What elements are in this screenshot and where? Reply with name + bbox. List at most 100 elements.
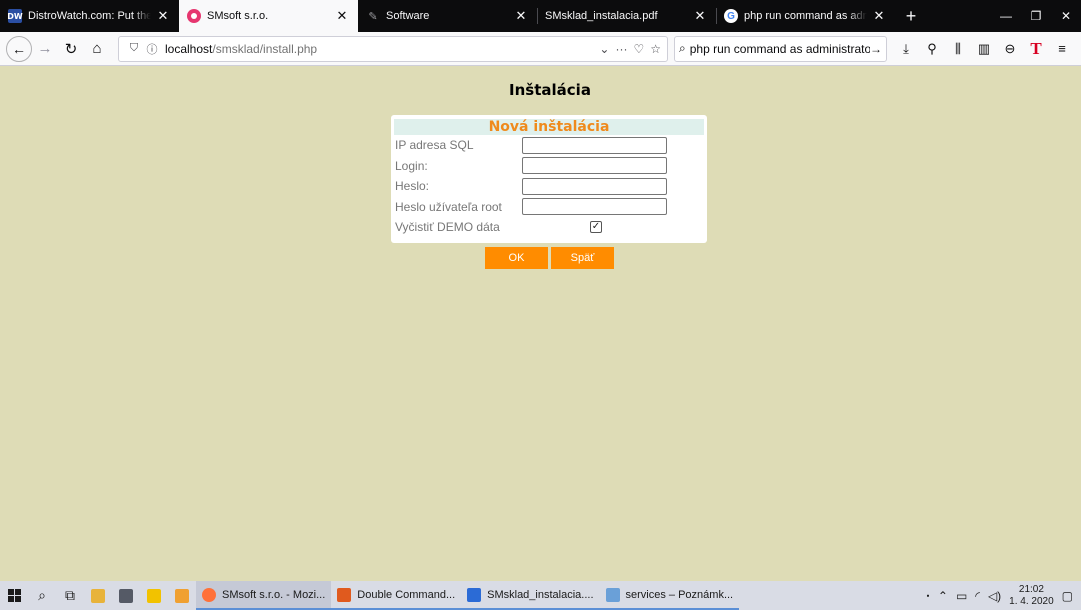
chevron-up-icon[interactable]: ⌃ — [938, 589, 948, 603]
library-icon[interactable]: ⫼ — [945, 36, 971, 62]
restore-icon[interactable]: ❐ — [1021, 0, 1051, 32]
new-tab-button[interactable]: + — [895, 0, 927, 32]
clear-demo-checkbox[interactable]: ✓ — [590, 221, 602, 234]
system-tray: ꞏ ⌃ ▭ ◜ ◁) 21:02 1. 4. 2020 ▢ — [926, 584, 1081, 608]
url-bar[interactable]: ⛉ ⓘ localhost/smsklad/install.php ⌄ ··· … — [118, 35, 669, 62]
google-icon: G — [724, 9, 738, 23]
volume-icon[interactable]: ◁) — [988, 589, 1001, 603]
tab-pdf[interactable]: SMsklad_instalacia.pdf ✕ — [537, 0, 716, 32]
shield-icon[interactable]: ⛉ — [125, 42, 143, 55]
tab-title: DistroWatch.com: Put the fun i — [28, 10, 151, 22]
reload-button[interactable]: ↻ — [58, 36, 84, 62]
search-icon: ⌕ — [679, 41, 686, 55]
close-icon[interactable]: ✕ — [155, 8, 171, 24]
clock-date: 1. 4. 2020 — [1009, 595, 1054, 607]
minimize-icon[interactable]: — — [991, 0, 1021, 32]
clock[interactable]: 21:02 1. 4. 2020 — [1009, 584, 1053, 608]
arrow-right-icon[interactable]: → — [870, 42, 882, 56]
login-label: Login: — [395, 158, 428, 173]
translate-extension-icon[interactable]: T — [1023, 36, 1049, 62]
ip-row: IP adresa SQL — [394, 135, 704, 156]
password-input[interactable] — [522, 177, 667, 195]
taskbar-task-double-commander[interactable]: Double Command... — [331, 581, 462, 610]
taskbar-task-firefox[interactable]: SMsoft s.r.o. - Mozi... — [196, 581, 332, 610]
url-path: /smsklad/install.php — [212, 41, 318, 56]
task-label: services – Poznámk... — [625, 588, 734, 601]
notepad-icon — [605, 587, 620, 602]
tab-title: Software — [386, 10, 430, 22]
start-button[interactable] — [0, 581, 28, 610]
sidebar-icon[interactable]: ▥ — [971, 36, 997, 62]
tab-strip: DW DistroWatch.com: Put the fun i ✕ SMso… — [0, 0, 1081, 32]
distrowatch-icon: DW — [7, 9, 23, 23]
clock-time: 21:02 — [1018, 583, 1044, 595]
root-password-row: Heslo užívateľa root — [394, 197, 704, 218]
form-buttons: OK Späť — [485, 247, 614, 269]
download-icon[interactable]: ⤓ — [893, 36, 919, 62]
navigation-bar: ← → ↻ ⌂ ⛉ ⓘ localhost/smsklad/install.ph… — [0, 32, 1081, 66]
calculator-icon[interactable] — [112, 581, 140, 610]
back-button[interactable]: ← — [6, 35, 32, 62]
people-icon[interactable]: ꞏ — [926, 587, 930, 604]
star-icon[interactable]: ☆ — [650, 42, 661, 56]
taskbar-task-document[interactable]: SMsklad_instalacia.... — [461, 581, 600, 610]
app-icon[interactable] — [168, 581, 196, 610]
search-bar[interactable]: ⌕ → — [674, 35, 887, 62]
install-form: Nová inštalácia IP adresa SQL Login: Hes… — [391, 115, 707, 243]
window-controls: — ❐ ✕ — [991, 0, 1081, 32]
pin-icon[interactable]: ⚲ — [919, 36, 945, 62]
tab-title: php run command as administ — [744, 10, 867, 22]
taskbar: ⌕ ⧉ SMsoft s.r.o. - Mozi... Double Comma… — [0, 581, 1081, 610]
tab-distrowatch[interactable]: DW DistroWatch.com: Put the fun i ✕ — [0, 0, 179, 32]
document-icon — [467, 587, 482, 602]
taskbar-task-notepad[interactable]: services – Poznámk... — [599, 581, 740, 610]
url-host: localhost — [165, 41, 213, 56]
tab-title: SMsklad_instalacia.pdf — [545, 10, 658, 22]
notifications-icon[interactable]: ▢ — [1062, 589, 1073, 603]
tab-smsoft[interactable]: SMsoft s.r.o. ✕ — [179, 0, 358, 32]
file-explorer-icon[interactable] — [84, 581, 112, 610]
close-window-icon[interactable]: ✕ — [1051, 0, 1081, 32]
url-actions: ⌄ ··· ♡ ☆ — [599, 42, 661, 56]
back-form-button[interactable]: Späť — [551, 247, 614, 269]
task-view-icon[interactable]: ⧉ — [56, 581, 84, 610]
info-icon[interactable]: ⓘ — [143, 41, 161, 57]
page-title: Inštalácia — [509, 81, 591, 99]
firefox-icon — [202, 587, 216, 602]
forward-button[interactable]: → — [32, 36, 58, 62]
menu-icon[interactable]: ≡ — [1049, 36, 1075, 62]
toolbar-icons: ⤓ ⚲ ⫼ ▥ ⊖ T ≡ — [893, 36, 1075, 62]
search-taskbar-icon[interactable]: ⌕ — [28, 581, 56, 610]
clear-demo-row: Vyčistiť DEMO dáta ✓ — [394, 217, 704, 238]
ip-label: IP adresa SQL — [395, 138, 474, 153]
clear-demo-label: Vyčistiť DEMO dáta — [395, 220, 500, 235]
password-row: Heslo: — [394, 176, 704, 197]
ip-address-input[interactable] — [522, 136, 667, 154]
close-icon[interactable]: ✕ — [871, 8, 887, 24]
close-icon[interactable]: ✕ — [334, 8, 350, 24]
root-password-label: Heslo užívateľa root — [395, 199, 502, 214]
close-icon[interactable]: ✕ — [692, 8, 708, 24]
root-password-input[interactable] — [522, 198, 667, 216]
password-label: Heslo: — [395, 179, 430, 194]
tab-software[interactable]: ✎ Software ✕ — [358, 0, 537, 32]
account-icon[interactable]: ⊖ — [997, 36, 1023, 62]
sticky-notes-icon[interactable] — [140, 581, 168, 610]
tab-title: SMsoft s.r.o. — [207, 10, 269, 22]
pocket-icon[interactable]: ♡ — [633, 42, 644, 56]
software-icon: ✎ — [368, 10, 378, 23]
more-icon[interactable]: ··· — [615, 42, 627, 56]
tab-google[interactable]: G php run command as administ ✕ — [716, 0, 895, 32]
home-button[interactable]: ⌂ — [84, 36, 110, 62]
chevron-down-icon[interactable]: ⌄ — [599, 42, 609, 56]
wifi-icon[interactable]: ◜ — [975, 589, 980, 603]
windows-icon — [7, 589, 21, 602]
close-icon[interactable]: ✕ — [513, 8, 529, 24]
search-input[interactable] — [689, 41, 870, 56]
form-header: Nová inštalácia — [394, 119, 704, 135]
login-input[interactable] — [522, 157, 667, 175]
smsoft-icon — [187, 9, 201, 23]
ok-button[interactable]: OK — [485, 247, 548, 269]
battery-icon[interactable]: ▭ — [956, 589, 967, 603]
task-label: SMsklad_instalacia.... — [487, 588, 594, 601]
